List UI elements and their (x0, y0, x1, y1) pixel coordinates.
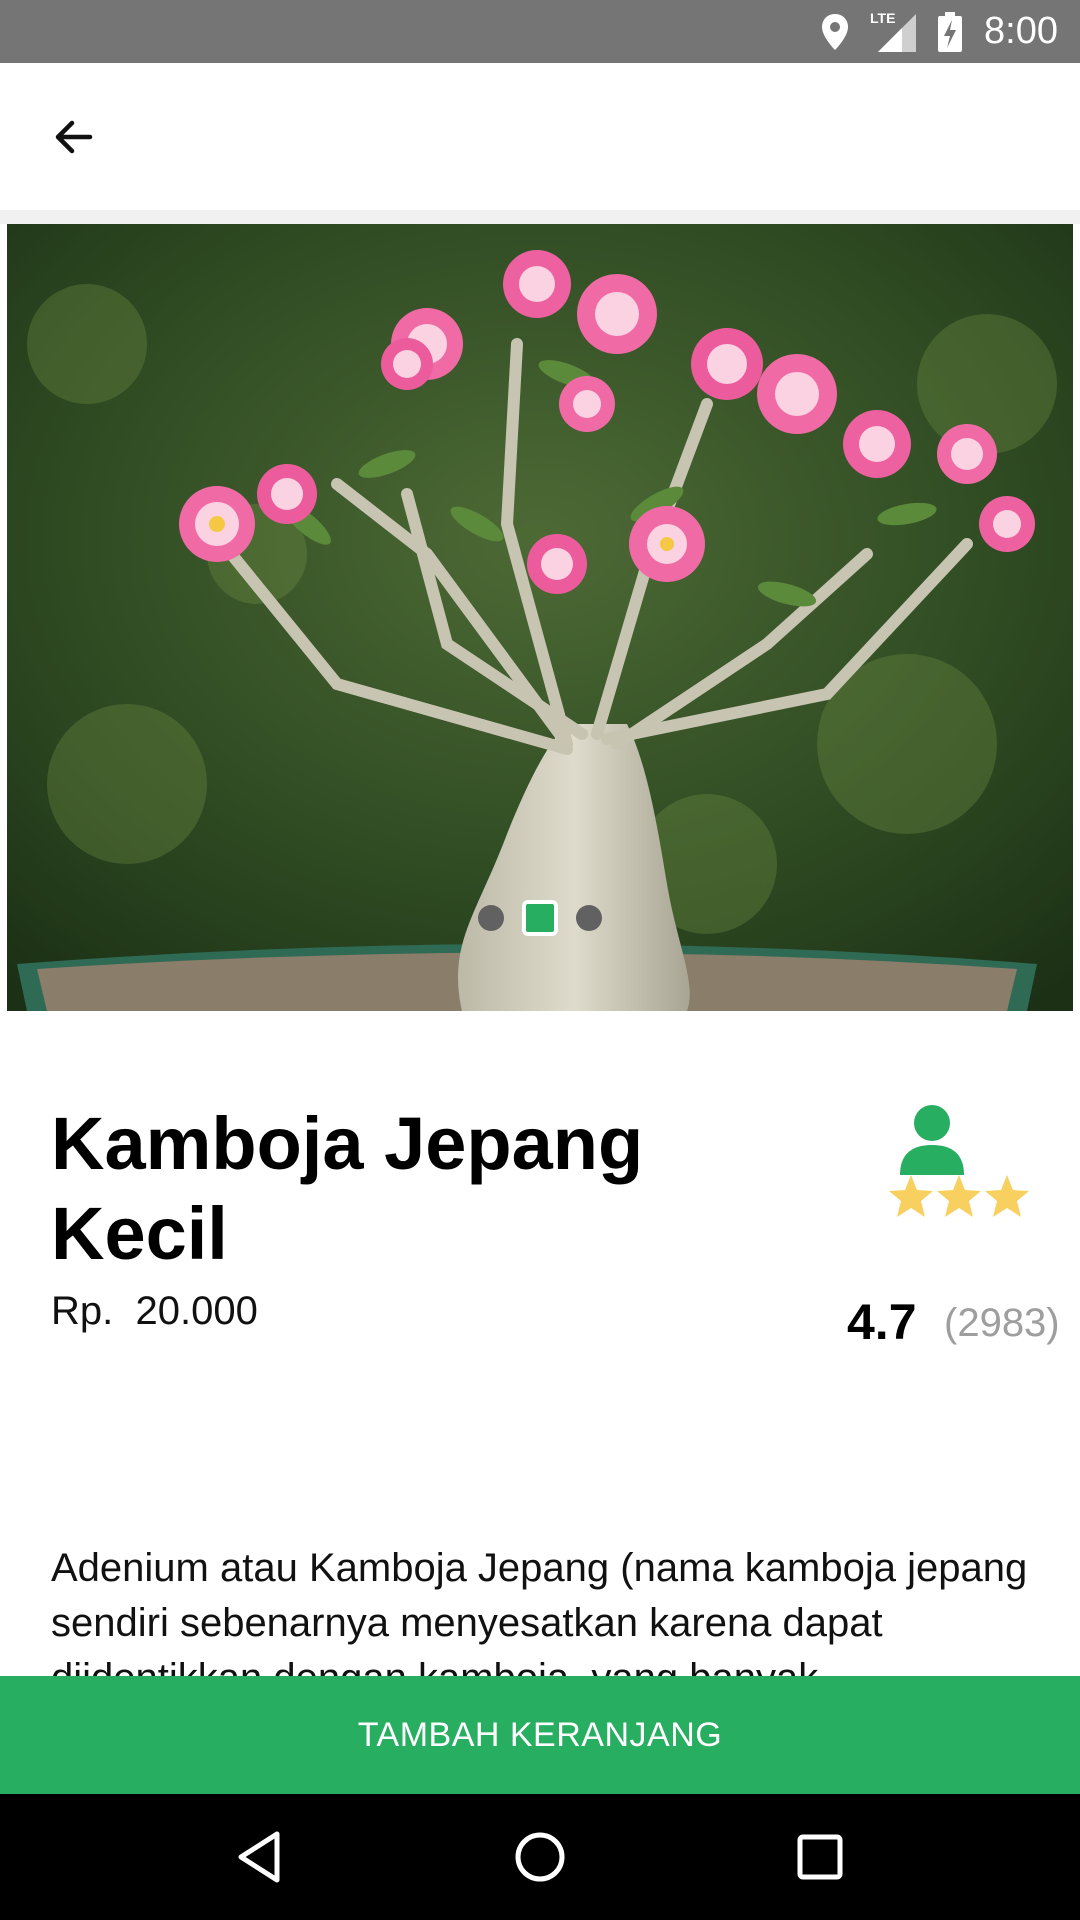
carousel-dot-active[interactable] (522, 900, 558, 936)
product-details-card: Kamboja Jepang Kecil Rp. 20.000 4.7 (298… (7, 1011, 1073, 1700)
rating-count: (2983) (944, 1301, 1060, 1345)
star-icon (889, 1175, 933, 1217)
carousel-dot[interactable] (478, 905, 504, 931)
carousel-indicator (7, 900, 1073, 936)
recents-square-icon (797, 1834, 843, 1880)
app-bar (0, 63, 1080, 210)
location-icon (820, 12, 850, 52)
lte-signal-icon: LTE (870, 9, 917, 52)
rating-stars (887, 1173, 1031, 1219)
arrow-left-icon (55, 120, 93, 154)
divider (0, 210, 1080, 224)
status-bar: LTE 8:00 (0, 0, 1080, 63)
nav-back-button[interactable] (220, 1817, 300, 1897)
product-title: Kamboja Jepang Kecil (51, 1102, 644, 1275)
add-to-cart-button[interactable]: TAMBAH KERANJANG (0, 1676, 1080, 1794)
star-icon (985, 1175, 1029, 1217)
home-circle-icon (515, 1832, 565, 1882)
nav-home-button[interactable] (500, 1817, 580, 1897)
product-photo (7, 224, 1073, 1011)
system-nav-bar (0, 1794, 1080, 1920)
carousel-dot[interactable] (576, 905, 602, 931)
battery-charging-icon (938, 11, 963, 52)
clock: 8:00 (984, 10, 1058, 52)
product-price: Rp. 20.000 (51, 1289, 258, 1333)
star-icon (937, 1175, 981, 1217)
product-image-carousel[interactable] (7, 224, 1073, 1011)
back-button[interactable] (38, 101, 110, 173)
back-triangle-icon (238, 1831, 280, 1883)
nav-recents-button[interactable] (780, 1817, 860, 1897)
rating-value: 4.7 (847, 1294, 917, 1350)
network-label: LTE (870, 9, 896, 26)
